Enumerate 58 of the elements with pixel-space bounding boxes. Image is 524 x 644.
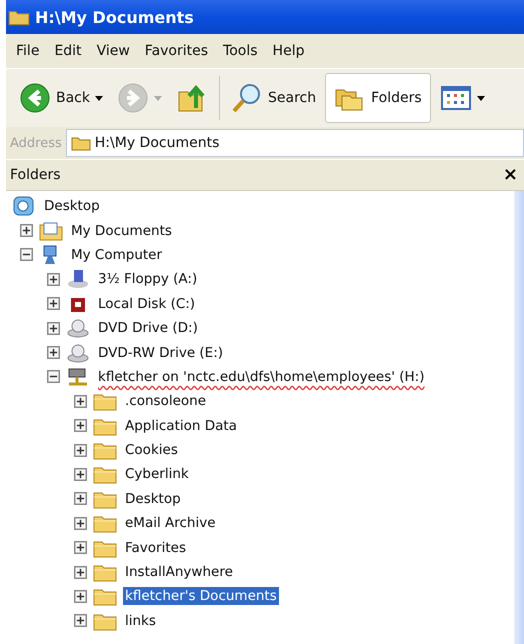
expander[interactable] <box>74 516 87 530</box>
menu-item[interactable]: Tools <box>219 43 269 59</box>
tree-item[interactable]: links <box>123 612 158 630</box>
search-button[interactable]: Search <box>226 73 322 123</box>
expander[interactable] <box>74 419 87 432</box>
folder-icon <box>8 8 30 26</box>
desktop-icon <box>12 196 36 216</box>
documents-icon <box>39 220 63 241</box>
expander[interactable] <box>47 272 60 286</box>
folder-icon <box>70 135 91 151</box>
menu-item[interactable]: Favorites <box>140 43 220 59</box>
tree-item[interactable]: Cookies <box>123 441 180 460</box>
expander[interactable] <box>74 468 87 481</box>
tree-item[interactable]: DVD Drive (D:) <box>96 319 200 338</box>
tree-item[interactable]: kfletcher's Documents <box>123 587 279 606</box>
expander[interactable] <box>47 322 60 335</box>
tree-item[interactable]: kfletcher on 'nctc.edu\dfs\home\employees' (H:) <box>96 368 426 386</box>
tree-item[interactable]: .consoleone <box>123 392 208 410</box>
menu-item[interactable]: Help <box>268 43 316 59</box>
tree-item[interactable]: Desktop <box>42 197 102 216</box>
menu-item[interactable]: View <box>92 43 141 59</box>
expander[interactable] <box>47 346 60 360</box>
address-field[interactable]: H:\My Documents <box>66 129 524 157</box>
tree-item[interactable]: My Computer <box>69 246 164 264</box>
menu-item[interactable]: Edit <box>50 43 93 59</box>
expander[interactable] <box>74 590 87 603</box>
search-icon <box>231 82 263 114</box>
tree-item[interactable]: 3½ Floppy (A:) <box>96 270 200 288</box>
caret-icon <box>95 96 103 100</box>
expander[interactable] <box>74 394 87 408</box>
folders-button[interactable]: Folders <box>325 73 431 123</box>
tree-item[interactable]: DVD-RW Drive (E:) <box>96 344 226 362</box>
tree-item[interactable]: Favorites <box>123 538 188 557</box>
expander[interactable] <box>47 370 60 384</box>
expander[interactable] <box>20 224 33 238</box>
tree-item[interactable]: InstallAnywhere <box>123 563 235 582</box>
expander[interactable] <box>74 566 87 579</box>
expander[interactable] <box>74 541 87 554</box>
tree-item[interactable]: eMail Archive <box>123 514 218 532</box>
caret-icon <box>154 96 162 100</box>
caret-icon <box>476 96 485 100</box>
tree-item[interactable]: Cyberlink <box>123 465 191 484</box>
expander[interactable] <box>47 297 60 310</box>
scrollbar[interactable] <box>514 191 524 644</box>
menu-item[interactable]: File <box>12 43 50 59</box>
expander[interactable] <box>74 492 87 506</box>
back-button[interactable]: Back <box>14 73 108 123</box>
expander[interactable] <box>74 614 87 628</box>
tree-item[interactable]: Local Disk (C:) <box>96 294 198 313</box>
close-button[interactable]: × <box>500 166 520 184</box>
tree-item[interactable]: Application Data <box>123 416 239 435</box>
expander[interactable] <box>20 248 33 262</box>
address-label: Address <box>10 136 62 150</box>
tree-item[interactable]: My Documents <box>69 222 174 240</box>
expander[interactable] <box>74 444 87 457</box>
tree-item[interactable]: Desktop <box>123 490 183 508</box>
pane-title: Folders <box>10 167 61 183</box>
window-title: H:\My Documents <box>35 8 194 26</box>
